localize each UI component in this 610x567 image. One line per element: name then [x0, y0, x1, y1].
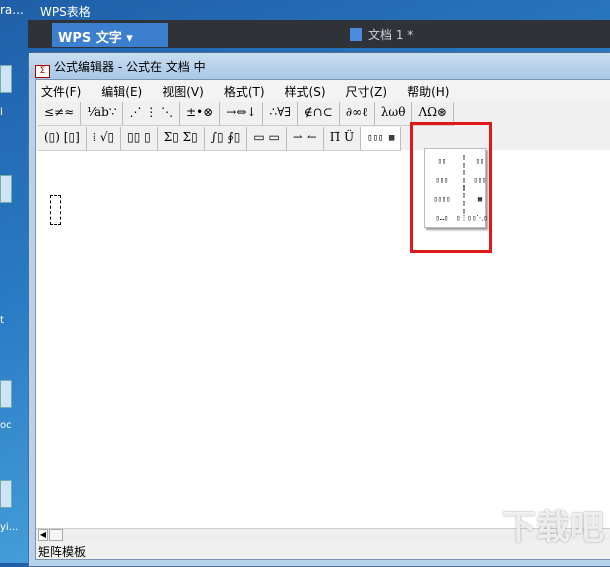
wps-writer-menu-button[interactable]: WPS 文字 ▾ — [52, 23, 168, 47]
highlight-box — [410, 122, 492, 253]
window-title: 公式编辑器 - 公式在 文档 中 — [54, 60, 206, 74]
set-theory-palette[interactable]: ∉∩⊂ — [298, 102, 340, 125]
equation-editor-icon: Σ — [35, 65, 50, 78]
editor-area: 文件(F) 编辑(E) 视图(V) 格式(T) 样式(S) 尺寸(Z) 帮助(H… — [35, 79, 610, 560]
file-icon — [0, 380, 12, 408]
greek-lower-palette[interactable]: λωθ — [375, 102, 413, 125]
logic-palette[interactable]: ∴∀∃ — [263, 102, 298, 125]
product-templates[interactable]: Π̈ Ü — [324, 127, 362, 150]
script-templates[interactable]: ▯▯ ▯ — [121, 127, 158, 150]
document-icon — [350, 28, 362, 41]
arrow-templates[interactable]: ⇀ ↼ — [287, 127, 324, 150]
equation-slot[interactable] — [50, 195, 61, 225]
fence-templates[interactable]: (▯) [▯] — [38, 127, 87, 150]
menu-bar: 文件(F) 编辑(E) 视图(V) 格式(T) 样式(S) 尺寸(Z) 帮助(H… — [36, 80, 610, 102]
app-icon — [0, 175, 12, 203]
menu-size[interactable]: 尺寸(Z) — [343, 83, 391, 99]
equation-editor-window: Σ 公式编辑器 - 公式在 文档 中 文件(F) 编辑(E) 视图(V) 格式(T… — [28, 52, 610, 567]
file-icon — [0, 480, 12, 508]
taskbar-item[interactable]: ra... — [0, 3, 24, 17]
template-toolbar: (▯) [▯] ⁞ √▯ ▯▯ ▯ Σ▯ Σ▯ ∫▯ ∮▯ ▭ ▭ ⇀ ↼ Π̈… — [38, 127, 402, 151]
menu-help[interactable]: 帮助(H) — [404, 83, 452, 99]
taskbar-item-wps-sheet[interactable]: WPS表格 — [40, 3, 91, 20]
taskbar-strip: ra... WPS表格 — [0, 0, 610, 20]
menu-edit[interactable]: 编辑(E) — [98, 83, 145, 99]
desktop-label: oc — [0, 420, 12, 431]
menu-format[interactable]: 格式(T) — [221, 83, 268, 99]
matrix-templates[interactable]: ▯▯▯ ▦ — [361, 127, 402, 150]
integral-templates[interactable]: ∫▯ ∮▯ — [205, 127, 248, 150]
embellishments-palette[interactable]: ⋰ ⋮ ⋱ — [123, 102, 181, 125]
relations-palette[interactable]: ≤≠≈ — [38, 102, 82, 125]
watermark-logo: 下载吧 — [502, 508, 604, 548]
summation-templates[interactable]: Σ▯ Σ▯ — [158, 127, 205, 150]
wps-button-label: WPS 文字 — [58, 31, 122, 46]
fraction-radical-templates[interactable]: ⁞ √▯ — [87, 127, 122, 150]
arrows-palette[interactable]: →⇔↓ — [220, 102, 264, 125]
bar-templates[interactable]: ▭ ▭ — [247, 127, 287, 150]
menu-file[interactable]: 文件(F) — [38, 83, 84, 99]
operators-palette[interactable]: ±•⊗ — [180, 102, 221, 125]
wps-title-bar: WPS 文字 ▾ 文档 1 * — [28, 20, 610, 48]
scroll-thumb[interactable] — [49, 529, 63, 541]
document-title: 文档 1 * — [368, 28, 414, 42]
document-tab[interactable]: 文档 1 * — [350, 26, 413, 43]
desktop-label: l — [0, 107, 3, 118]
desktop-label: yi... — [0, 522, 19, 533]
desktop-label: t — [0, 315, 4, 326]
scroll-left-arrow-icon[interactable]: ◀ — [38, 529, 48, 541]
symbol-toolbar: ≤≠≈ ⅟ab∵ ⋰ ⋮ ⋱ ±•⊗ →⇔↓ ∴∀∃ ∉∩⊂ ∂∞ℓ λωθ Λ… — [38, 102, 455, 126]
computer-icon — [0, 65, 12, 93]
spaces-palette[interactable]: ⅟ab∵ — [81, 102, 124, 125]
misc-symbols-palette[interactable]: ∂∞ℓ — [340, 102, 375, 125]
menu-view[interactable]: 视图(V) — [159, 83, 207, 99]
menu-style[interactable]: 样式(S) — [282, 83, 329, 99]
window-title-bar[interactable]: Σ 公式编辑器 - 公式在 文档 中 — [29, 53, 610, 79]
